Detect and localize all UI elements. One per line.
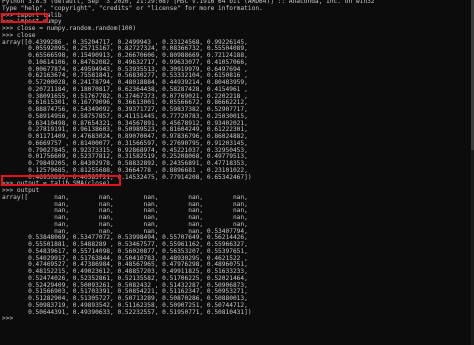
terminal-line: >>> [2,315,17,323]
terminal-line: 0.50644391, 0.49390633, 0.52232557, 0.51… [2,308,252,316]
terminal-window[interactable]: Python 3.8.5 (default, Sep 3 2020, 21:29… [0,0,474,345]
